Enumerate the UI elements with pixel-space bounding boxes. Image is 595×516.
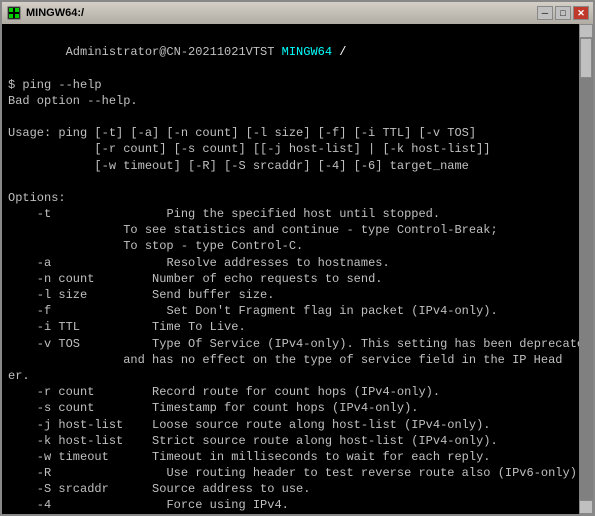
opt-t-line3: To stop - type Control-C.	[8, 238, 573, 254]
opt-j-line: -j host-list Loose source route along ho…	[8, 417, 573, 433]
blank-2	[8, 174, 573, 190]
titlebar: MINGW64:/ ─ □ ✕	[2, 2, 593, 24]
opt-v-line3: er.	[8, 368, 573, 384]
scroll-track[interactable]	[579, 38, 593, 500]
opt-k-line: -k host-list Strict source route along h…	[8, 433, 573, 449]
opt-a-line: -a Resolve addresses to hostnames.	[8, 255, 573, 271]
usage-line-3: [-w timeout] [-R] [-S srcaddr] [-4] [-6]…	[8, 158, 573, 174]
usage-line-1: Usage: ping [-t] [-a] [-n count] [-l siz…	[8, 125, 573, 141]
maximize-button[interactable]: □	[555, 6, 571, 20]
terminal-body[interactable]: Administrator@CN-20211021VTST MINGW64 / …	[2, 24, 593, 514]
opt-R-line: -R Use routing header to test reverse ro…	[8, 465, 573, 481]
opt-f-line: -f Set Don't Fragment flag in packet (IP…	[8, 303, 573, 319]
opt-v-line1: -v TOS Type Of Service (IPv4-only). This…	[8, 336, 573, 352]
window-title: MINGW64:/	[26, 7, 84, 19]
opt-n-line: -n count Number of echo requests to send…	[8, 271, 573, 287]
opt-w-line: -w timeout Timeout in milliseconds to wa…	[8, 449, 573, 465]
titlebar-buttons: ─ □ ✕	[537, 6, 589, 20]
opt-r-line: -r count Record route for count hops (IP…	[8, 384, 573, 400]
terminal-window: MINGW64:/ ─ □ ✕ Administrator@CN-2021102…	[0, 0, 595, 516]
scroll-up-arrow[interactable]: ▲	[579, 24, 593, 38]
opt-t-line1: -t Ping the specified host until stopped…	[8, 206, 573, 222]
window-icon	[6, 5, 22, 21]
prompt-user-1: Administrator@CN-20211021VTST	[66, 45, 275, 59]
opt-i-line: -i TTL Time To Live.	[8, 319, 573, 335]
opt-l-line: -l size Send buffer size.	[8, 287, 573, 303]
close-button[interactable]: ✕	[573, 6, 589, 20]
opt-t-line2: To see statistics and continue - type Co…	[8, 222, 573, 238]
scroll-thumb[interactable]	[580, 38, 592, 78]
titlebar-left: MINGW64:/	[6, 5, 84, 21]
bad-option-line: Bad option --help.	[8, 93, 573, 109]
scrollbar[interactable]: ▲ ▼	[579, 24, 593, 514]
prompt-host-1: MINGW64	[274, 45, 332, 59]
prompt-line-1: Administrator@CN-20211021VTST MINGW64 /	[8, 28, 573, 77]
opt-4-line: -4 Force using IPv4.	[8, 497, 573, 513]
minimize-button[interactable]: ─	[537, 6, 553, 20]
scroll-down-arrow[interactable]: ▼	[579, 500, 593, 514]
opt-s-line: -s count Timestamp for count hops (IPv4-…	[8, 400, 573, 416]
opt-S-line: -S srcaddr Source address to use.	[8, 481, 573, 497]
options-header: Options:	[8, 190, 573, 206]
blank-1	[8, 109, 573, 125]
usage-line-2: [-r count] [-s count] [[-j host-list] | …	[8, 141, 573, 157]
prompt-path-1: /	[332, 45, 346, 59]
command-line-1: $ ping --help	[8, 77, 573, 93]
opt-v-line2: and has no effect on the type of service…	[8, 352, 573, 368]
